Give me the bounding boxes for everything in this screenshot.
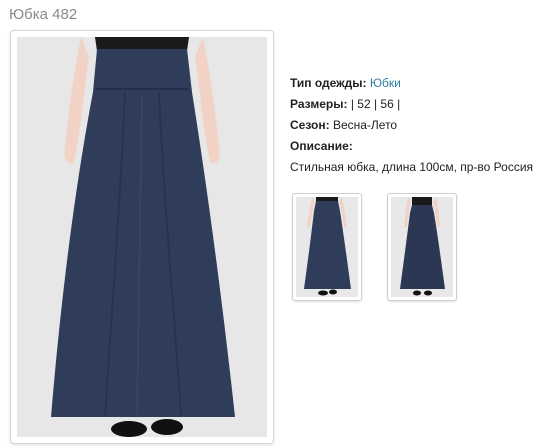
season-value: Весна-Лето [332,118,398,132]
skirt-front-thumbnail-image [296,197,358,297]
description-label: Описание: [290,139,353,153]
description-text: Стильная юбка, длина 100см, пр-во Россия [290,160,534,174]
sizes-row: Размеры: | 52 | 56 | [290,94,533,115]
season-label: Сезон: [290,118,330,132]
season-row: Сезон: Весна-Лето [290,115,533,136]
sizes-label: Размеры: [290,97,348,111]
thumbnail-front[interactable] [292,193,362,301]
description-label-row: Описание: [290,136,533,157]
main-product-photo[interactable] [17,37,267,437]
page-title: Юбка 482 [9,6,78,23]
sizes-value: | 52 | 56 | [350,97,401,111]
thumbnail-back[interactable] [387,193,457,301]
type-row: Тип одежды: Юбки [290,73,533,94]
product-info: Тип одежды: Юбки Размеры: | 52 | 56 | Се… [290,73,533,178]
skirt-back-thumbnail-image [391,197,453,297]
type-label: Тип одежды: [290,76,367,90]
type-link[interactable]: Юбки [370,76,401,90]
main-image-frame [10,30,274,444]
